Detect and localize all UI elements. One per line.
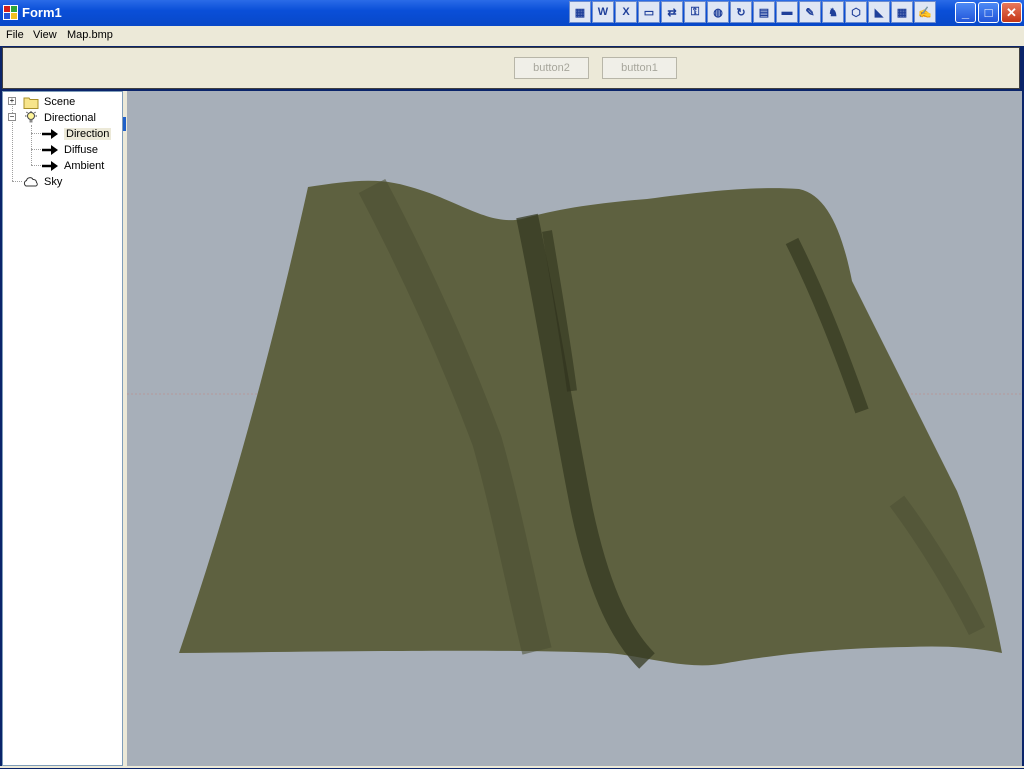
paint-icon[interactable]: ✎ <box>799 1 821 23</box>
tree-item-label: Scene <box>44 95 76 108</box>
menu-file[interactable]: File <box>6 29 24 41</box>
maximize-button[interactable]: □ <box>978 2 999 23</box>
terrain-mesh <box>179 180 1002 666</box>
word-icon[interactable]: W <box>592 1 614 23</box>
tree-item-label: Direction <box>64 127 112 140</box>
button2[interactable]: button2 <box>514 57 589 79</box>
app-icon <box>3 5 18 20</box>
menu-view[interactable]: View <box>33 29 57 41</box>
button1[interactable]: button1 <box>602 57 677 79</box>
scene-expander[interactable]: + <box>8 97 16 105</box>
button-panel: button2 button1 <box>2 47 1020 89</box>
terrain-render <box>127 178 1022 669</box>
cloud-icon <box>23 176 38 186</box>
tree-item-diffuse[interactable]: Diffuse <box>41 142 98 157</box>
refresh-icon[interactable]: ↻ <box>730 1 752 23</box>
arrow-right-icon <box>42 160 58 171</box>
lightbulb-icon <box>25 110 37 122</box>
tree-item-scene[interactable]: Scene <box>23 94 75 109</box>
tree-item-direction[interactable]: Direction <box>41 126 112 141</box>
menu-bar: File View Map.bmp <box>0 26 1024 46</box>
excel-icon[interactable]: X <box>615 1 637 23</box>
menu-map-bmp[interactable]: Map.bmp <box>67 29 113 41</box>
quick-launch-toolbar: ▦ W X ▭ ⇄ ⚿ ◍ ↻ ▤ ▬ ✎ ♞ ⬡ ◣ ▦ ✍ <box>569 1 945 23</box>
cube-icon[interactable]: ⬡ <box>845 1 867 23</box>
notes-icon[interactable]: ✍ <box>914 1 936 23</box>
3d-viewport[interactable] <box>127 91 1022 766</box>
tree-item-label: Sky <box>44 175 63 188</box>
tree-item-sky[interactable]: Sky <box>23 174 62 189</box>
game-icon[interactable]: ♞ <box>822 1 844 23</box>
folder-icon <box>23 97 39 109</box>
screen-icon[interactable]: ▭ <box>638 1 660 23</box>
terminal-icon[interactable]: ▤ <box>753 1 775 23</box>
tree-item-directional[interactable]: Directional <box>23 110 96 125</box>
pdf-icon[interactable]: ◣ <box>868 1 890 23</box>
arrow-right-icon <box>42 128 58 139</box>
arrow-right-icon <box>42 144 58 155</box>
app-grid-icon[interactable]: ▦ <box>569 1 591 23</box>
window-title: Form1 <box>22 5 62 20</box>
close-button[interactable]: ✕ <box>1001 2 1022 23</box>
minimize-button[interactable]: _ <box>955 2 976 23</box>
directional-expander[interactable]: − <box>8 113 16 121</box>
tree-item-label: Diffuse <box>64 143 99 156</box>
key-icon[interactable]: ⚿ <box>684 1 706 23</box>
scene-tree-view[interactable]: + Scene − Directional Direction Diffuse <box>2 91 123 766</box>
tree-item-label: Directional <box>44 111 96 124</box>
cmd-icon[interactable]: ▬ <box>776 1 798 23</box>
tree-item-label: Ambient <box>64 159 105 172</box>
globe-icon[interactable]: ◍ <box>707 1 729 23</box>
tree-item-ambient[interactable]: Ambient <box>41 158 104 173</box>
title-bar[interactable]: Form1 ▦ W X ▭ ⇄ ⚿ ◍ ↻ ▤ ▬ ✎ ♞ ⬡ ◣ ▦ ✍ _ … <box>0 0 1024 26</box>
calendar-icon[interactable]: ▦ <box>891 1 913 23</box>
network-icon[interactable]: ⇄ <box>661 1 683 23</box>
